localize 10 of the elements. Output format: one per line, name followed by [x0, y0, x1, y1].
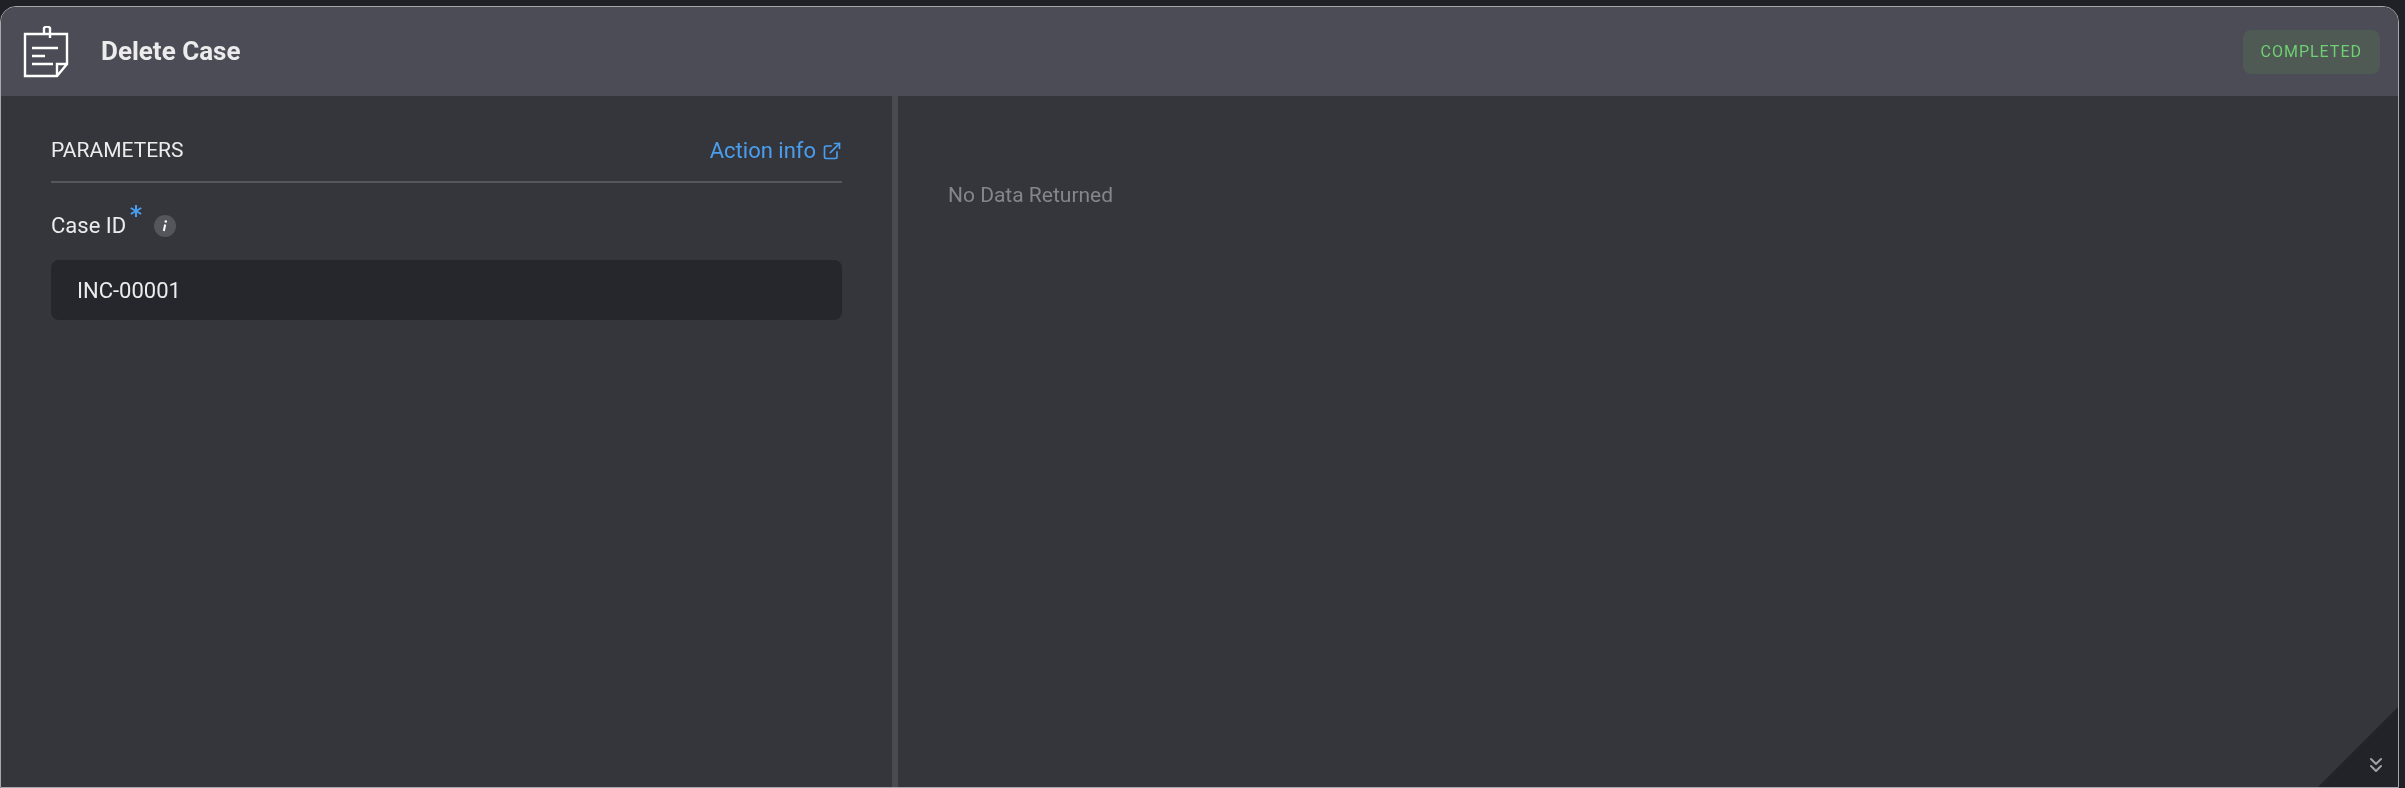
info-icon [154, 214, 177, 237]
action-info-link[interactable]: Action info [709, 134, 842, 167]
case-id-field[interactable]: INC-00001 [51, 260, 842, 320]
status-badge: COMPLETED [2242, 29, 2380, 74]
note-icon [23, 25, 69, 78]
empty-result-message: No Data Returned [948, 183, 1114, 207]
external-link-icon [822, 140, 842, 161]
field-label: Case ID [51, 212, 127, 240]
section-heading: PARAMETERS [51, 136, 184, 164]
panel-title: Delete Case [101, 35, 241, 68]
